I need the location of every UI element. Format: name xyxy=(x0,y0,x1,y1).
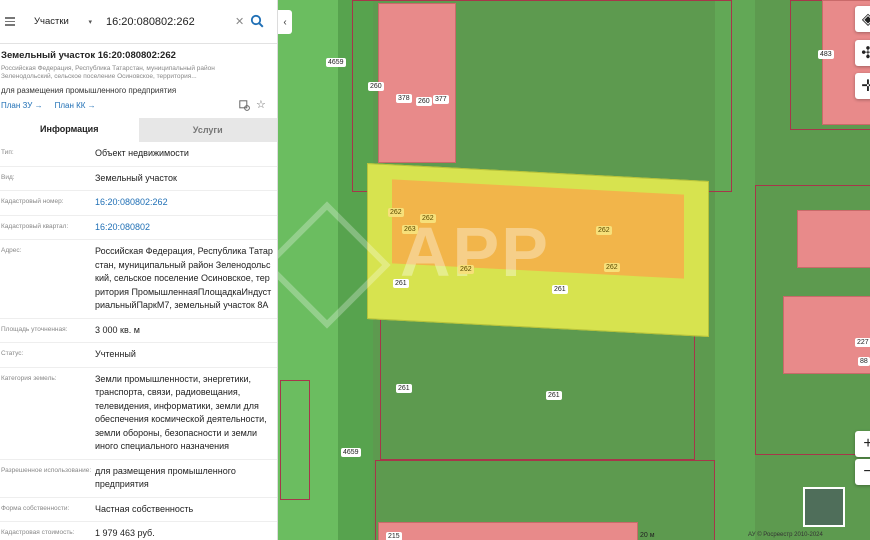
info-key: Площадь уточненная: xyxy=(1,325,68,333)
cadastral-quarter-link[interactable]: 16:20:080802 xyxy=(95,221,273,235)
map-label: 4659 xyxy=(341,448,361,457)
tab-info[interactable]: Информация xyxy=(0,118,139,142)
info-key: Кадастровый квартал: xyxy=(1,222,69,230)
info-value: Земельный участок xyxy=(95,172,177,183)
map-label: 260 xyxy=(416,97,432,106)
parcel-boundary xyxy=(280,380,310,500)
map-label: 261 xyxy=(552,285,568,294)
map-label: 262 xyxy=(388,208,404,217)
info-key: Вид: xyxy=(1,173,15,181)
info-key: Адрес: xyxy=(1,247,22,254)
app-root: APP 4659 260 378 260 377 262 262 263 262… xyxy=(0,0,870,540)
info-key: Разрешенное использование: xyxy=(1,466,92,474)
map-label: 261 xyxy=(546,391,562,400)
info-key: Категория земель: xyxy=(1,374,57,382)
info-value: для размещения промышленного предприятия xyxy=(95,465,236,490)
basemap-switcher[interactable] xyxy=(803,487,845,527)
map-label: 377 xyxy=(433,95,449,104)
move-tool-button[interactable]: ✣ xyxy=(855,40,870,66)
close-icon[interactable]: ✕ xyxy=(235,15,244,28)
plan-zu-link[interactable]: План ЗУ → xyxy=(1,101,43,110)
building xyxy=(378,3,456,163)
map-label: 261 xyxy=(393,279,409,288)
info-row-area: Площадь уточненная: 3 000 кв. м xyxy=(0,319,277,343)
info-key: Тип: xyxy=(1,149,14,156)
map-scale: 20 м xyxy=(640,532,655,539)
info-key: Форма собственности: xyxy=(1,504,70,512)
info-row-ownership: Форма собственности: Частная собственнос… xyxy=(0,498,277,522)
object-purpose: для размещения промышленного предприятия xyxy=(1,86,177,95)
map-label: 261 xyxy=(396,384,412,393)
info-row-cadastral-number: Кадастровый номер: 16:20:080802:262 xyxy=(0,191,277,216)
map-label: 4659 xyxy=(326,58,346,67)
object-address-short: Российская Федерация, Республика Татарст… xyxy=(1,65,215,80)
map-label: 227 xyxy=(855,338,870,347)
info-value: Учтенный xyxy=(95,349,136,359)
search-bar: Участки ▾ ✕ xyxy=(0,0,277,44)
info-key: Кадастровый номер: xyxy=(1,198,64,205)
map-label: 215 xyxy=(386,532,402,540)
map-label: 262 xyxy=(420,214,436,223)
building xyxy=(378,522,638,540)
chevron-left-icon: ‹ xyxy=(283,16,287,28)
object-title: Земельный участок 16:20:080802:262 xyxy=(1,50,176,61)
layers-button[interactable]: ◈ xyxy=(855,6,870,32)
info-row-cadastral-quarter: Кадастровый квартал: 16:20:080802 xyxy=(0,216,277,240)
cadastral-number-link[interactable]: 16:20:080802:262 xyxy=(95,196,273,210)
map-label: 483 xyxy=(818,50,834,59)
info-key: Статус: xyxy=(1,350,24,357)
building xyxy=(783,296,870,374)
watermark-text: APP xyxy=(400,213,550,291)
tab-services[interactable]: Услуги xyxy=(138,118,277,142)
map-label: 262 xyxy=(458,265,474,274)
info-row-land-category: Категория земель: Земли промышленности, … xyxy=(0,368,277,460)
info-value: Российская Федерация, Республика Татарст… xyxy=(95,246,273,310)
search-input[interactable] xyxy=(106,15,236,28)
tab-bar: Информация Услуги xyxy=(0,118,277,142)
info-value: Объект недвижимости xyxy=(95,148,189,158)
info-value: Земли промышленности, энергетики, трансп… xyxy=(95,373,267,452)
info-row-address: Адрес: Российская Федерация, Республика … xyxy=(0,240,277,319)
info-key: Кадастровая стоимость: xyxy=(1,529,75,536)
parcel-boundary xyxy=(380,315,695,460)
zoom-in-button[interactable]: + xyxy=(855,431,870,457)
map-label: 88 xyxy=(858,357,870,366)
map-copyright: АУ © Росреестр 2010-2024 xyxy=(748,532,823,538)
share-icon[interactable] xyxy=(239,100,250,111)
plan-kk-link[interactable]: План КК → xyxy=(55,101,96,110)
building xyxy=(797,210,870,268)
plan-links: План ЗУ → План КК → ☆ xyxy=(0,95,277,111)
arrow-right-icon: → xyxy=(34,101,43,110)
collapse-panel-button[interactable]: ‹ xyxy=(278,10,292,34)
info-value: Частная собственность xyxy=(95,503,194,514)
info-panel: Участки ▾ ✕ Земельный участок 16:20:0808… xyxy=(0,0,278,540)
map-label: 262 xyxy=(596,226,612,235)
info-row-type: Тип: Объект недвижимости xyxy=(0,142,277,167)
search-icon[interactable] xyxy=(250,14,264,28)
chevron-down-icon: ▾ xyxy=(88,18,92,26)
info-row-status: Статус: Учтенный xyxy=(0,343,277,368)
zoom-out-button[interactable]: − xyxy=(855,459,870,485)
map-label: 260 xyxy=(368,82,384,91)
info-row-cadastral-value: Кадастровая стоимость: 1 979 463 руб. xyxy=(0,522,277,540)
info-value: 1 979 463 руб. xyxy=(95,528,155,538)
plan-kk-label: План КК xyxy=(54,101,86,110)
category-select[interactable]: Участки ▾ xyxy=(34,16,92,27)
map-label: 262 xyxy=(604,263,620,272)
info-row-permitted-use: Разрешенное использование: для размещени… xyxy=(0,460,277,498)
category-select-label: Участки xyxy=(34,16,69,27)
info-value: 3 000 кв. м xyxy=(95,324,140,335)
info-table: Тип: Объект недвижимости Вид: Земельный … xyxy=(0,142,277,540)
map-label: 378 xyxy=(396,94,412,103)
info-row-kind: Вид: Земельный участок xyxy=(0,167,277,191)
arrow-right-icon: → xyxy=(87,101,96,110)
menu-icon[interactable] xyxy=(5,17,27,26)
locate-button[interactable]: ✛ xyxy=(855,73,870,99)
plan-zu-label: План ЗУ xyxy=(1,101,33,110)
map-label: 263 xyxy=(402,225,418,234)
star-icon[interactable]: ☆ xyxy=(256,98,266,111)
